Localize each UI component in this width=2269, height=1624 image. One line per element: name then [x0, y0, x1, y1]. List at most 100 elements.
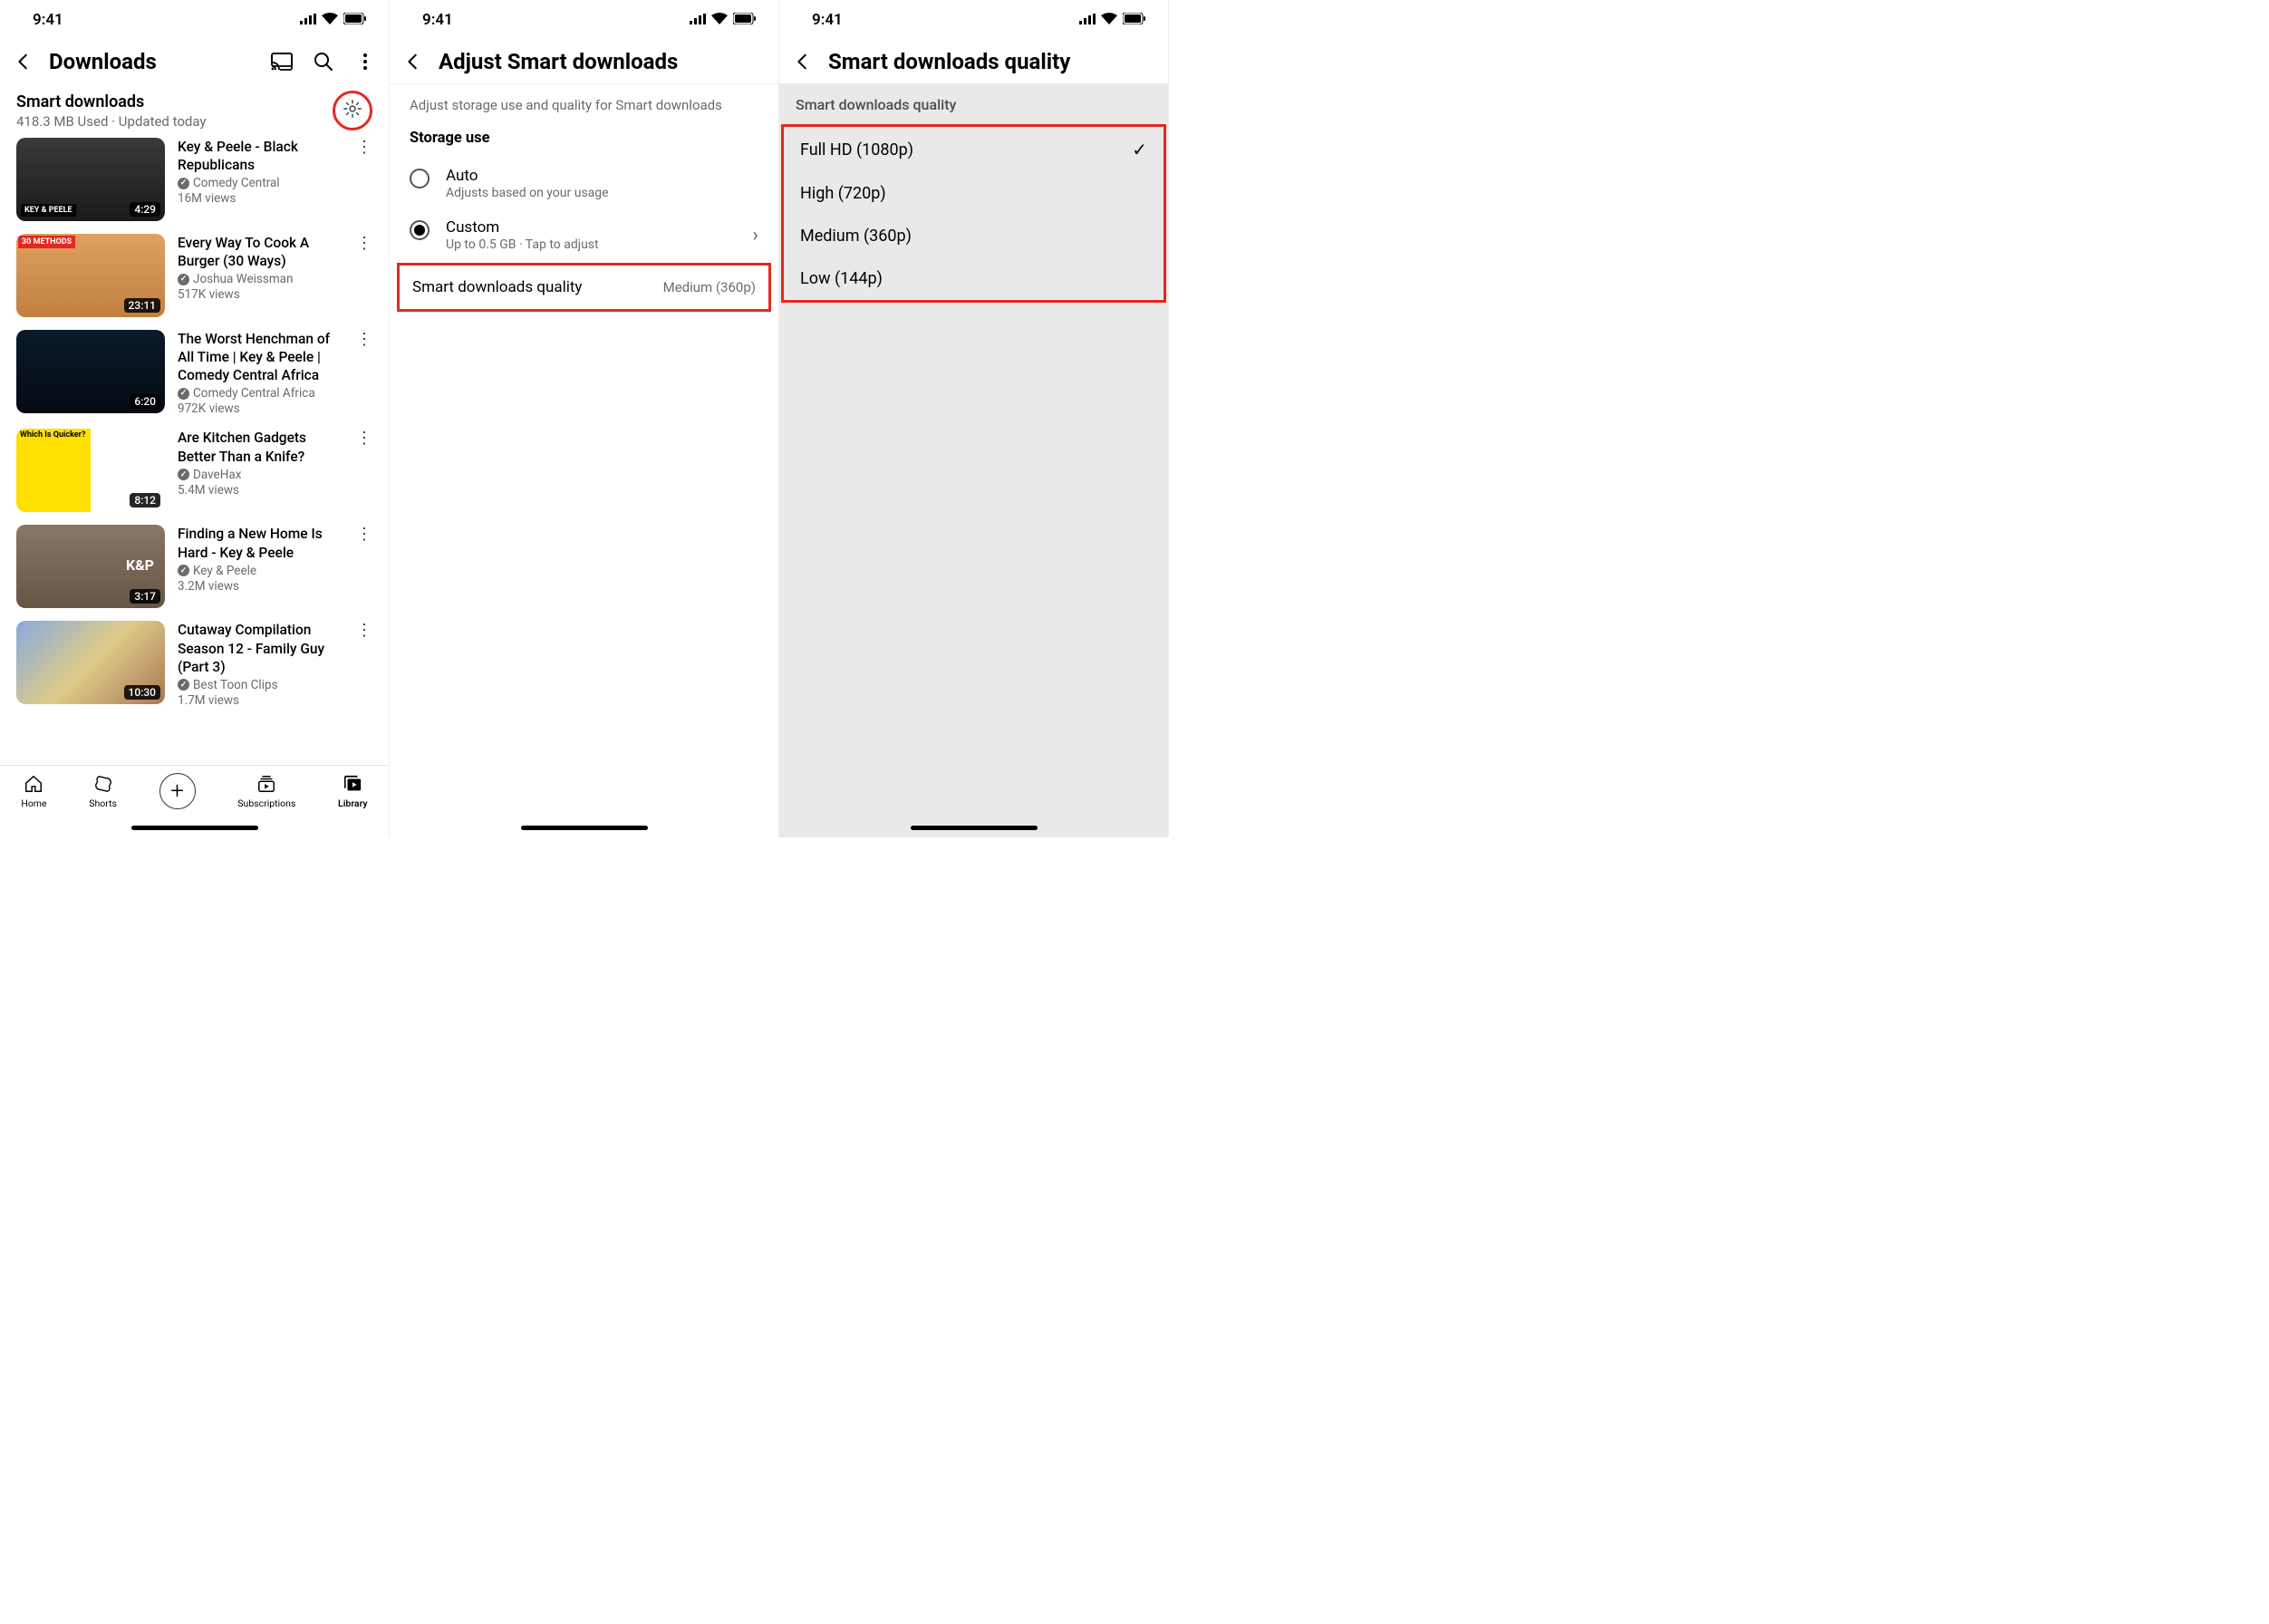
video-list[interactable]: KEY & PEELE 4:29 Key & Peele - Black Rep…	[0, 130, 389, 765]
thumbnail-overlay: KEY & PEELE	[21, 204, 76, 217]
video-more-icon[interactable]: ⋮	[356, 234, 372, 317]
storage-custom-option[interactable]: Custom Up to 0.5 GB · Tap to adjust ›	[410, 209, 758, 261]
video-thumbnail[interactable]: 6:20	[16, 330, 165, 413]
video-thumbnail[interactable]: 10:30	[16, 621, 165, 704]
channel-name: Key & Peele	[193, 564, 256, 578]
status-icons	[1079, 11, 1146, 29]
video-duration: 10:30	[124, 685, 160, 700]
quality-section-label: Smart downloads quality	[779, 83, 1168, 126]
battery-icon	[733, 11, 757, 29]
wifi-icon	[1101, 11, 1117, 29]
quality-option-360p[interactable]: Medium (360p)	[784, 215, 1163, 257]
video-more-icon[interactable]: ⋮	[356, 621, 372, 707]
video-views: 972K views	[178, 401, 343, 416]
status-icons	[690, 11, 757, 29]
home-indicator[interactable]	[131, 826, 258, 830]
quality-option-720p[interactable]: High (720p)	[784, 172, 1163, 215]
video-title: Are Kitchen Gadgets Better Than a Knife?	[178, 429, 343, 465]
status-bar: 9:41	[390, 0, 778, 40]
video-title: Finding a New Home Is Hard - Key & Peele	[178, 525, 343, 561]
video-item[interactable]: 30 METHODS 23:11 Every Way To Cook A Bur…	[16, 234, 372, 317]
option-label: Full HD (1080p)	[800, 140, 913, 160]
video-duration: 4:29	[130, 202, 160, 217]
nav-label: Library	[338, 798, 368, 809]
video-more-icon[interactable]: ⋮	[356, 429, 372, 512]
wifi-icon	[711, 11, 728, 29]
video-views: 5.4M views	[178, 483, 343, 498]
verified-icon	[178, 274, 189, 285]
video-item[interactable]: 6:20 The Worst Henchman of All Time | Ke…	[16, 330, 372, 416]
option-label: Low (144p)	[800, 269, 883, 288]
thumbnail-overlay: 30 METHODS	[18, 236, 75, 248]
video-views: 3.2M views	[178, 579, 343, 594]
nav-create[interactable]: +	[159, 773, 196, 809]
option-sub: Up to 0.5 GB · Tap to adjust	[446, 237, 736, 252]
verified-icon	[178, 178, 189, 189]
nav-shorts[interactable]: Shorts	[89, 773, 117, 809]
quality-label: Smart downloads quality	[412, 278, 582, 296]
radio-icon	[410, 220, 430, 240]
nav-subscriptions[interactable]: Subscriptions	[237, 773, 295, 809]
smart-downloads-quality-row[interactable]: Smart downloads quality Medium (360p)	[397, 263, 771, 312]
home-indicator[interactable]	[911, 826, 1038, 830]
adjust-description: Adjust storage use and quality for Smart…	[410, 97, 758, 113]
library-icon	[342, 773, 363, 795]
video-title: The Worst Henchman of All Time | Key & P…	[178, 330, 343, 384]
back-button[interactable]	[13, 51, 34, 72]
verified-icon	[178, 565, 189, 576]
signal-icon	[690, 11, 706, 29]
check-icon: ✓	[1132, 139, 1147, 160]
search-icon[interactable]	[313, 51, 334, 72]
video-thumbnail[interactable]: Which Is Quicker? 8:12	[16, 429, 165, 512]
video-more-icon[interactable]: ⋮	[356, 138, 372, 221]
quality-option-1080p[interactable]: Full HD (1080p) ✓	[784, 127, 1163, 172]
video-title: Every Way To Cook A Burger (30 Ways)	[178, 234, 343, 270]
nav-home[interactable]: Home	[21, 773, 46, 809]
back-button[interactable]	[402, 51, 424, 72]
channel-name: Comedy Central Africa	[193, 386, 315, 401]
signal-icon	[300, 11, 316, 29]
video-duration: 8:12	[130, 493, 160, 508]
subscriptions-icon	[256, 773, 277, 795]
signal-icon	[1079, 11, 1096, 29]
video-thumbnail[interactable]: K&P 3:17	[16, 525, 165, 608]
nav-library[interactable]: Library	[338, 773, 368, 809]
quality-option-144p[interactable]: Low (144p)	[784, 257, 1163, 300]
video-more-icon[interactable]: ⋮	[356, 525, 372, 608]
section-title: Smart downloads	[16, 92, 333, 111]
video-views: 1.7M views	[178, 693, 343, 708]
video-duration: 3:17	[130, 589, 160, 604]
page-title: Smart downloads quality	[828, 49, 1155, 74]
screen-downloads: 9:41 Downloads	[0, 0, 390, 837]
video-duration: 6:20	[130, 394, 160, 409]
thumbnail-overlay: K&P	[122, 555, 158, 575]
video-item[interactable]: Which Is Quicker? 8:12 Are Kitchen Gadge…	[16, 429, 372, 512]
video-thumbnail[interactable]: KEY & PEELE 4:29	[16, 138, 165, 221]
cast-icon[interactable]	[271, 51, 293, 72]
more-icon[interactable]	[354, 51, 376, 72]
video-item[interactable]: K&P 3:17 Finding a New Home Is Hard - Ke…	[16, 525, 372, 608]
storage-auto-option[interactable]: Auto Adjusts based on your usage	[410, 158, 758, 209]
video-views: 517K views	[178, 287, 343, 302]
video-item[interactable]: 10:30 Cutaway Compilation Season 12 - Fa…	[16, 621, 372, 707]
option-title: Auto	[446, 167, 758, 185]
status-time: 9:41	[33, 11, 63, 29]
video-more-icon[interactable]: ⋮	[356, 330, 372, 416]
gear-icon[interactable]	[343, 99, 362, 122]
home-icon	[23, 773, 44, 795]
page-title: Downloads	[49, 49, 256, 74]
video-views: 16M views	[178, 191, 343, 206]
verified-icon	[178, 388, 189, 400]
video-duration: 23:11	[124, 298, 160, 313]
back-button[interactable]	[792, 51, 814, 72]
status-time: 9:41	[812, 11, 843, 29]
option-label: High (720p)	[800, 184, 886, 203]
video-item[interactable]: KEY & PEELE 4:29 Key & Peele - Black Rep…	[16, 138, 372, 221]
option-title: Custom	[446, 218, 736, 237]
video-thumbnail[interactable]: 30 METHODS 23:11	[16, 234, 165, 317]
battery-icon	[1123, 11, 1146, 29]
home-indicator[interactable]	[521, 826, 648, 830]
nav-label: Subscriptions	[237, 798, 295, 809]
settings-button-highlight	[333, 91, 372, 130]
chevron-right-icon: ›	[752, 224, 758, 246]
